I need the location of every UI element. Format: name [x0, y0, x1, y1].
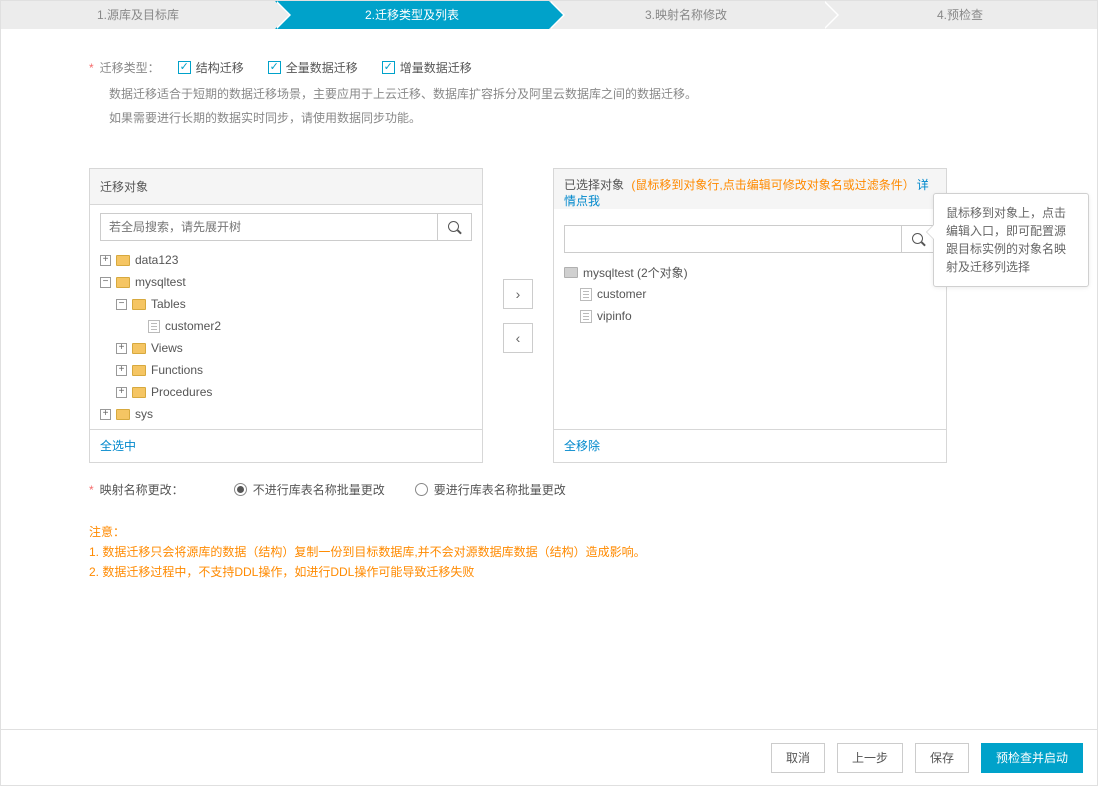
required-mark: * [89, 61, 94, 75]
source-tree: +data123 −mysqltest −Tables customer2 +V… [90, 249, 482, 429]
source-search [100, 213, 472, 241]
folder-icon [132, 365, 146, 376]
check-icon: ✓ [268, 61, 281, 74]
collapse-icon[interactable]: − [100, 277, 111, 288]
radio-icon [415, 483, 428, 496]
folder-icon [564, 267, 578, 278]
step-4[interactable]: 4.预检查 [823, 1, 1097, 29]
target-node-db[interactable]: mysqltest (2个对象) [564, 261, 936, 283]
target-node-customer[interactable]: customer [564, 283, 936, 305]
target-panel-hint: (鼠标移到对象行,点击编辑可修改对象名或过滤条件） [631, 178, 914, 192]
tree-node-sys[interactable]: +sys [100, 403, 472, 425]
source-search-input[interactable] [101, 214, 437, 240]
notice-line-1: 1. 数据迁移只会将源库的数据（结构）复制一份到目标数据库,并不会对源数据库数据… [89, 542, 1009, 562]
step-2[interactable]: 2.迁移类型及列表 [275, 1, 549, 29]
migration-type-row: * 迁移类型： ✓结构迁移 ✓全量数据迁移 ✓增量数据迁移 [89, 59, 1009, 76]
tree-node-procedures[interactable]: +Procedures [100, 381, 472, 403]
tooltip: 鼠标移到对象上，点击编辑入口，即可配置源跟目标实例的对象名映射及迁移列选择 [933, 193, 1089, 287]
chevron-right-icon: › [516, 286, 521, 302]
description-line-1: 数据迁移适合于短期的数据迁移场景，主要应用于上云迁移、数据库扩容拆分及阿里云数据… [109, 84, 1009, 104]
tree-node-mysqltest[interactable]: −mysqltest [100, 271, 472, 293]
checkbox-incremental[interactable]: ✓增量数据迁移 [382, 59, 472, 76]
search-icon [448, 221, 461, 234]
search-icon [912, 233, 925, 246]
collapse-icon[interactable]: − [116, 299, 127, 310]
remove-all-link[interactable]: 全移除 [564, 439, 600, 453]
chevron-left-icon: ‹ [516, 330, 521, 346]
checkbox-full[interactable]: ✓全量数据迁移 [268, 59, 358, 76]
radio-do-rename[interactable]: 要进行库表名称批量更改 [415, 481, 566, 498]
footer-bar: 取消 上一步 保存 预检查并启动 [1, 729, 1097, 785]
check-icon: ✓ [178, 61, 191, 74]
checkbox-structure[interactable]: ✓结构迁移 [178, 59, 244, 76]
notice-title: 注意： [89, 522, 1009, 542]
rename-label: 映射名称更改： [100, 481, 184, 498]
move-right-button[interactable]: › [503, 279, 533, 309]
step-3[interactable]: 3.映射名称修改 [549, 1, 823, 29]
notice-line-2: 2. 数据迁移过程中，不支持DDL操作，如进行DDL操作可能导致迁移失败 [89, 562, 1009, 582]
required-mark: * [89, 483, 94, 497]
description-line-2: 如果需要进行长期的数据实时同步，请使用数据同步功能。 [109, 108, 1009, 128]
expand-icon[interactable]: + [100, 255, 111, 266]
step-bar: 1.源库及目标库 2.迁移类型及列表 3.映射名称修改 4.预检查 [1, 1, 1097, 29]
target-search-input[interactable] [565, 226, 901, 252]
tree-node-tables[interactable]: −Tables [100, 293, 472, 315]
tree-node-customer2[interactable]: customer2 [100, 315, 472, 337]
move-left-button[interactable]: ‹ [503, 323, 533, 353]
source-search-button[interactable] [437, 214, 471, 240]
notice-block: 注意： 1. 数据迁移只会将源库的数据（结构）复制一份到目标数据库,并不会对源数… [89, 522, 1009, 582]
source-panel: 迁移对象 +data123 −mysqltest −Tables custome… [89, 168, 483, 463]
save-button[interactable]: 保存 [915, 743, 969, 773]
folder-icon [116, 277, 130, 288]
target-panel-title: 已选择对象 [564, 178, 624, 192]
check-icon: ✓ [382, 61, 395, 74]
precheck-button[interactable]: 预检查并启动 [981, 743, 1083, 773]
table-icon [580, 288, 592, 301]
target-tree: mysqltest (2个对象) customer vipinfo [554, 261, 946, 429]
tree-node-data123[interactable]: +data123 [100, 249, 472, 271]
rename-row: * 映射名称更改： 不进行库表名称批量更改 要进行库表名称批量更改 [89, 481, 1009, 498]
select-all-link[interactable]: 全选中 [100, 439, 136, 453]
tree-node-views[interactable]: +Views [100, 337, 472, 359]
folder-icon [132, 387, 146, 398]
step-1[interactable]: 1.源库及目标库 [1, 1, 275, 29]
migration-type-label: 迁移类型： [100, 59, 160, 76]
source-panel-title: 迁移对象 [100, 169, 148, 205]
transfer-buttons: › ‹ [483, 168, 553, 463]
table-icon [148, 320, 160, 333]
radio-no-rename[interactable]: 不进行库表名称批量更改 [234, 481, 385, 498]
target-panel: 已选择对象 (鼠标移到对象行,点击编辑可修改对象名或过滤条件）详情点我 mysq… [553, 168, 947, 463]
radio-icon [234, 483, 247, 496]
expand-icon[interactable]: + [116, 343, 127, 354]
tree-node-functions[interactable]: +Functions [100, 359, 472, 381]
folder-icon [132, 343, 146, 354]
table-icon [580, 310, 592, 323]
expand-icon[interactable]: + [116, 387, 127, 398]
folder-icon [116, 409, 130, 420]
target-node-vipinfo[interactable]: vipinfo [564, 305, 936, 327]
folder-icon [132, 299, 146, 310]
prev-button[interactable]: 上一步 [837, 743, 903, 773]
target-search [564, 225, 936, 253]
cancel-button[interactable]: 取消 [771, 743, 825, 773]
expand-icon[interactable]: + [116, 365, 127, 376]
expand-icon[interactable]: + [100, 409, 111, 420]
folder-icon [116, 255, 130, 266]
